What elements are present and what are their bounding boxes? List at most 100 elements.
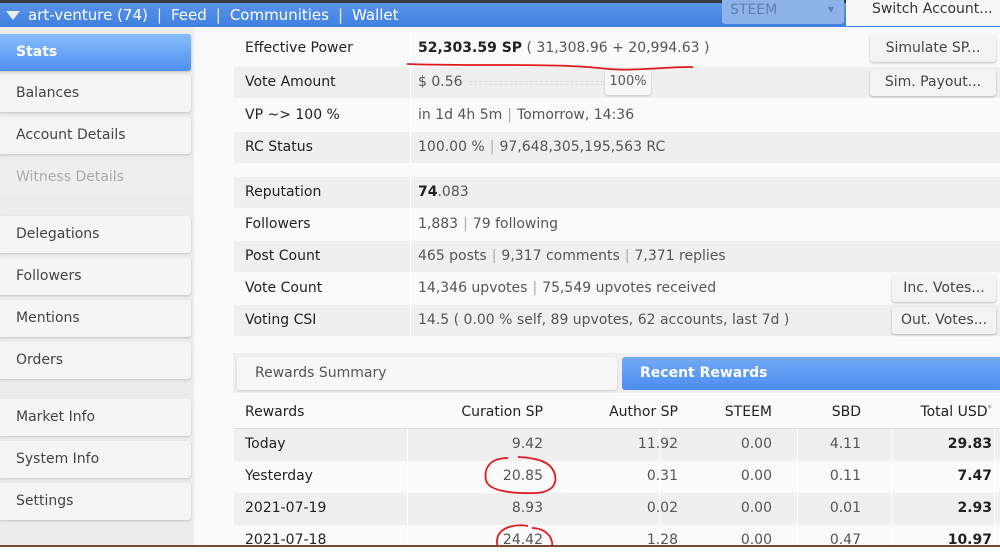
tab-recent-rewards[interactable]: Recent Rewards	[622, 357, 1000, 390]
reputation-decimal: .083	[437, 184, 469, 200]
stat-label: VP ~> 100 %	[245, 107, 340, 123]
column-divider	[891, 493, 892, 525]
column-divider	[407, 429, 408, 461]
sim-payout-button[interactable]: Sim. Payout...	[870, 69, 996, 96]
stat-row-reputation: Reputation 74.083	[234, 177, 1000, 208]
nav-separator: |	[156, 6, 162, 24]
sidebar-item-orders[interactable]: Orders	[0, 342, 191, 379]
cell-sbd: 4.11	[829, 436, 861, 452]
sidebar-item-mentions[interactable]: Mentions	[0, 300, 191, 337]
column-divider	[891, 429, 892, 461]
stat-row-followers: Followers 1,883 | 79 following	[234, 209, 1000, 240]
nav-separator: |	[337, 6, 344, 24]
stat-value: in 1d 4h 5m | Tomorrow, 14:36	[418, 107, 635, 123]
upvotes-received-count: 75,549 upvotes received	[542, 280, 717, 296]
column-header-steem: STEEM	[724, 404, 772, 420]
stat-value: 100.00 % | 97,648,305,195,563 RC	[418, 139, 666, 155]
reputation-integer: 74	[418, 184, 438, 200]
column-divider	[797, 493, 798, 525]
rewards-tab-bar: Rewards Summary Recent Rewards	[233, 353, 1000, 393]
page-bottom-margin	[0, 547, 1000, 560]
cell-curation-sp: 9.42	[511, 436, 543, 452]
nav-link-feed[interactable]: Feed	[171, 6, 207, 24]
column-header-rewards: Rewards	[245, 404, 305, 420]
vote-weight-slider-handle[interactable]: 100%	[605, 69, 651, 95]
stat-value: 74.083	[418, 184, 469, 200]
stat-row-vp: VP ~> 100 % in 1d 4h 5m | Tomorrow, 14:36	[234, 100, 1000, 131]
stat-row-voting-csi: Voting CSI 14.5 ( 0.00 % self, 89 upvote…	[234, 305, 1000, 336]
cell-total-usd: 2.93	[957, 500, 992, 516]
vote-weight-slider-track[interactable]	[469, 81, 609, 85]
cell-steem: 0.00	[740, 468, 772, 484]
stat-row-effective-power: Effective Power 52,303.59 SP ( 31,308.96…	[234, 33, 1000, 64]
cell-total-usd: 29.83	[947, 436, 992, 452]
effective-power-total: 52,303.59 SP	[418, 40, 523, 56]
sidebar-item-market-info[interactable]: Market Info	[0, 399, 191, 436]
stat-label: RC Status	[245, 139, 313, 155]
cell-period: Today	[245, 436, 286, 452]
sidebar-item-stats[interactable]: Stats	[0, 34, 191, 71]
sidebar-item-followers[interactable]: Followers	[0, 258, 191, 295]
top-nav: art-venture (74) | Feed | Communities | …	[0, 3, 399, 27]
cell-steem: 0.00	[740, 436, 772, 452]
column-divider	[994, 429, 995, 461]
table-header-row: Rewards Curation SP Author SP STEEM SBD …	[234, 397, 1000, 429]
cell-period: 2021-07-19	[245, 500, 327, 516]
stat-label: Followers	[245, 216, 311, 232]
table-row: Yesterday 20.85 0.31 0.00 0.11 7.47	[234, 461, 1000, 493]
account-dropdown-triangle-icon[interactable]	[6, 10, 20, 20]
stat-value: 14,346 upvotes | 75,549 upvotes received	[418, 280, 717, 296]
account-menu-link[interactable]: art-venture (74)	[28, 6, 148, 24]
column-divider	[994, 461, 995, 493]
stat-label: Vote Count	[245, 280, 323, 296]
sidebar-item-settings[interactable]: Settings	[0, 483, 191, 520]
column-divider	[797, 461, 798, 493]
simulate-sp-button[interactable]: Simulate SP...	[870, 35, 996, 62]
sidebar-item-delegations[interactable]: Delegations	[0, 216, 191, 253]
chain-select[interactable]: STEEM ▼	[722, 0, 844, 24]
stat-row-rc-status: RC Status 100.00 % | 97,648,305,195,563 RC	[234, 132, 1000, 163]
column-header-author-sp: Author SP	[609, 404, 678, 420]
stat-row-vote-count: Vote Count 14,346 upvotes | 75,549 upvotes…	[234, 273, 1000, 304]
comments-count: 9,317 comments	[501, 248, 620, 264]
cell-author-sp: 0.31	[646, 468, 678, 484]
sidebar-item-witness-details: Witness Details	[0, 159, 191, 196]
cell-total-usd: 7.47	[957, 468, 992, 484]
cell-curation-sp: 8.93	[511, 500, 543, 516]
footnote-asterisk: *	[987, 404, 993, 414]
chain-select-value: STEEM	[730, 2, 778, 18]
column-divider	[797, 429, 798, 461]
cell-author-sp: 11.92	[637, 436, 678, 452]
stat-value: 52,303.59 SP ( 31,308.96 + 20,994.63 )	[418, 40, 709, 56]
stat-label: Voting CSI	[245, 312, 317, 328]
column-divider	[407, 493, 408, 525]
table-row: Today 9.42 11.92 0.00 4.11 29.83	[234, 429, 1000, 461]
cell-curation-sp: 20.85	[502, 468, 543, 484]
sidebar-item-account-details[interactable]: Account Details	[0, 117, 191, 154]
cell-period: Yesterday	[245, 468, 313, 484]
stat-value: 1,883 | 79 following	[418, 216, 559, 232]
vp-time: Tomorrow, 14:36	[516, 107, 635, 123]
switch-account-button[interactable]: Switch Account...	[846, 0, 1000, 26]
outgoing-votes-button[interactable]: Out. Votes...	[892, 307, 996, 334]
stat-value: 465 posts | 9,317 comments | 7,371 replies	[418, 248, 726, 264]
cell-author-sp: 0.02	[646, 500, 678, 516]
nav-link-communities[interactable]: Communities	[230, 6, 329, 24]
sidebar-item-balances[interactable]: Balances	[0, 75, 191, 112]
incoming-votes-button[interactable]: Inc. Votes...	[892, 275, 996, 302]
column-header-curation-sp: Curation SP	[461, 404, 543, 420]
sidebar-item-system-info[interactable]: System Info	[0, 441, 191, 478]
upvotes-count: 14,346 upvotes	[418, 280, 528, 296]
followers-count: 1,883	[418, 216, 459, 232]
column-divider	[407, 461, 408, 493]
table-row: 2021-07-19 8.93 0.02 0.00 0.01 2.93	[234, 493, 1000, 525]
nav-link-wallet[interactable]: Wallet	[352, 6, 399, 24]
cell-sbd: 0.01	[829, 500, 861, 516]
tab-rewards-summary[interactable]: Rewards Summary	[237, 357, 617, 390]
effective-power-breakdown: ( 31,308.96 + 20,994.63 )	[522, 40, 710, 56]
nav-separator: |	[215, 6, 221, 24]
column-divider	[891, 461, 892, 493]
stat-label: Post Count	[245, 248, 321, 264]
rc-percent: 100.00 %	[418, 139, 485, 155]
vp-duration: in 1d 4h 5m	[418, 107, 503, 123]
